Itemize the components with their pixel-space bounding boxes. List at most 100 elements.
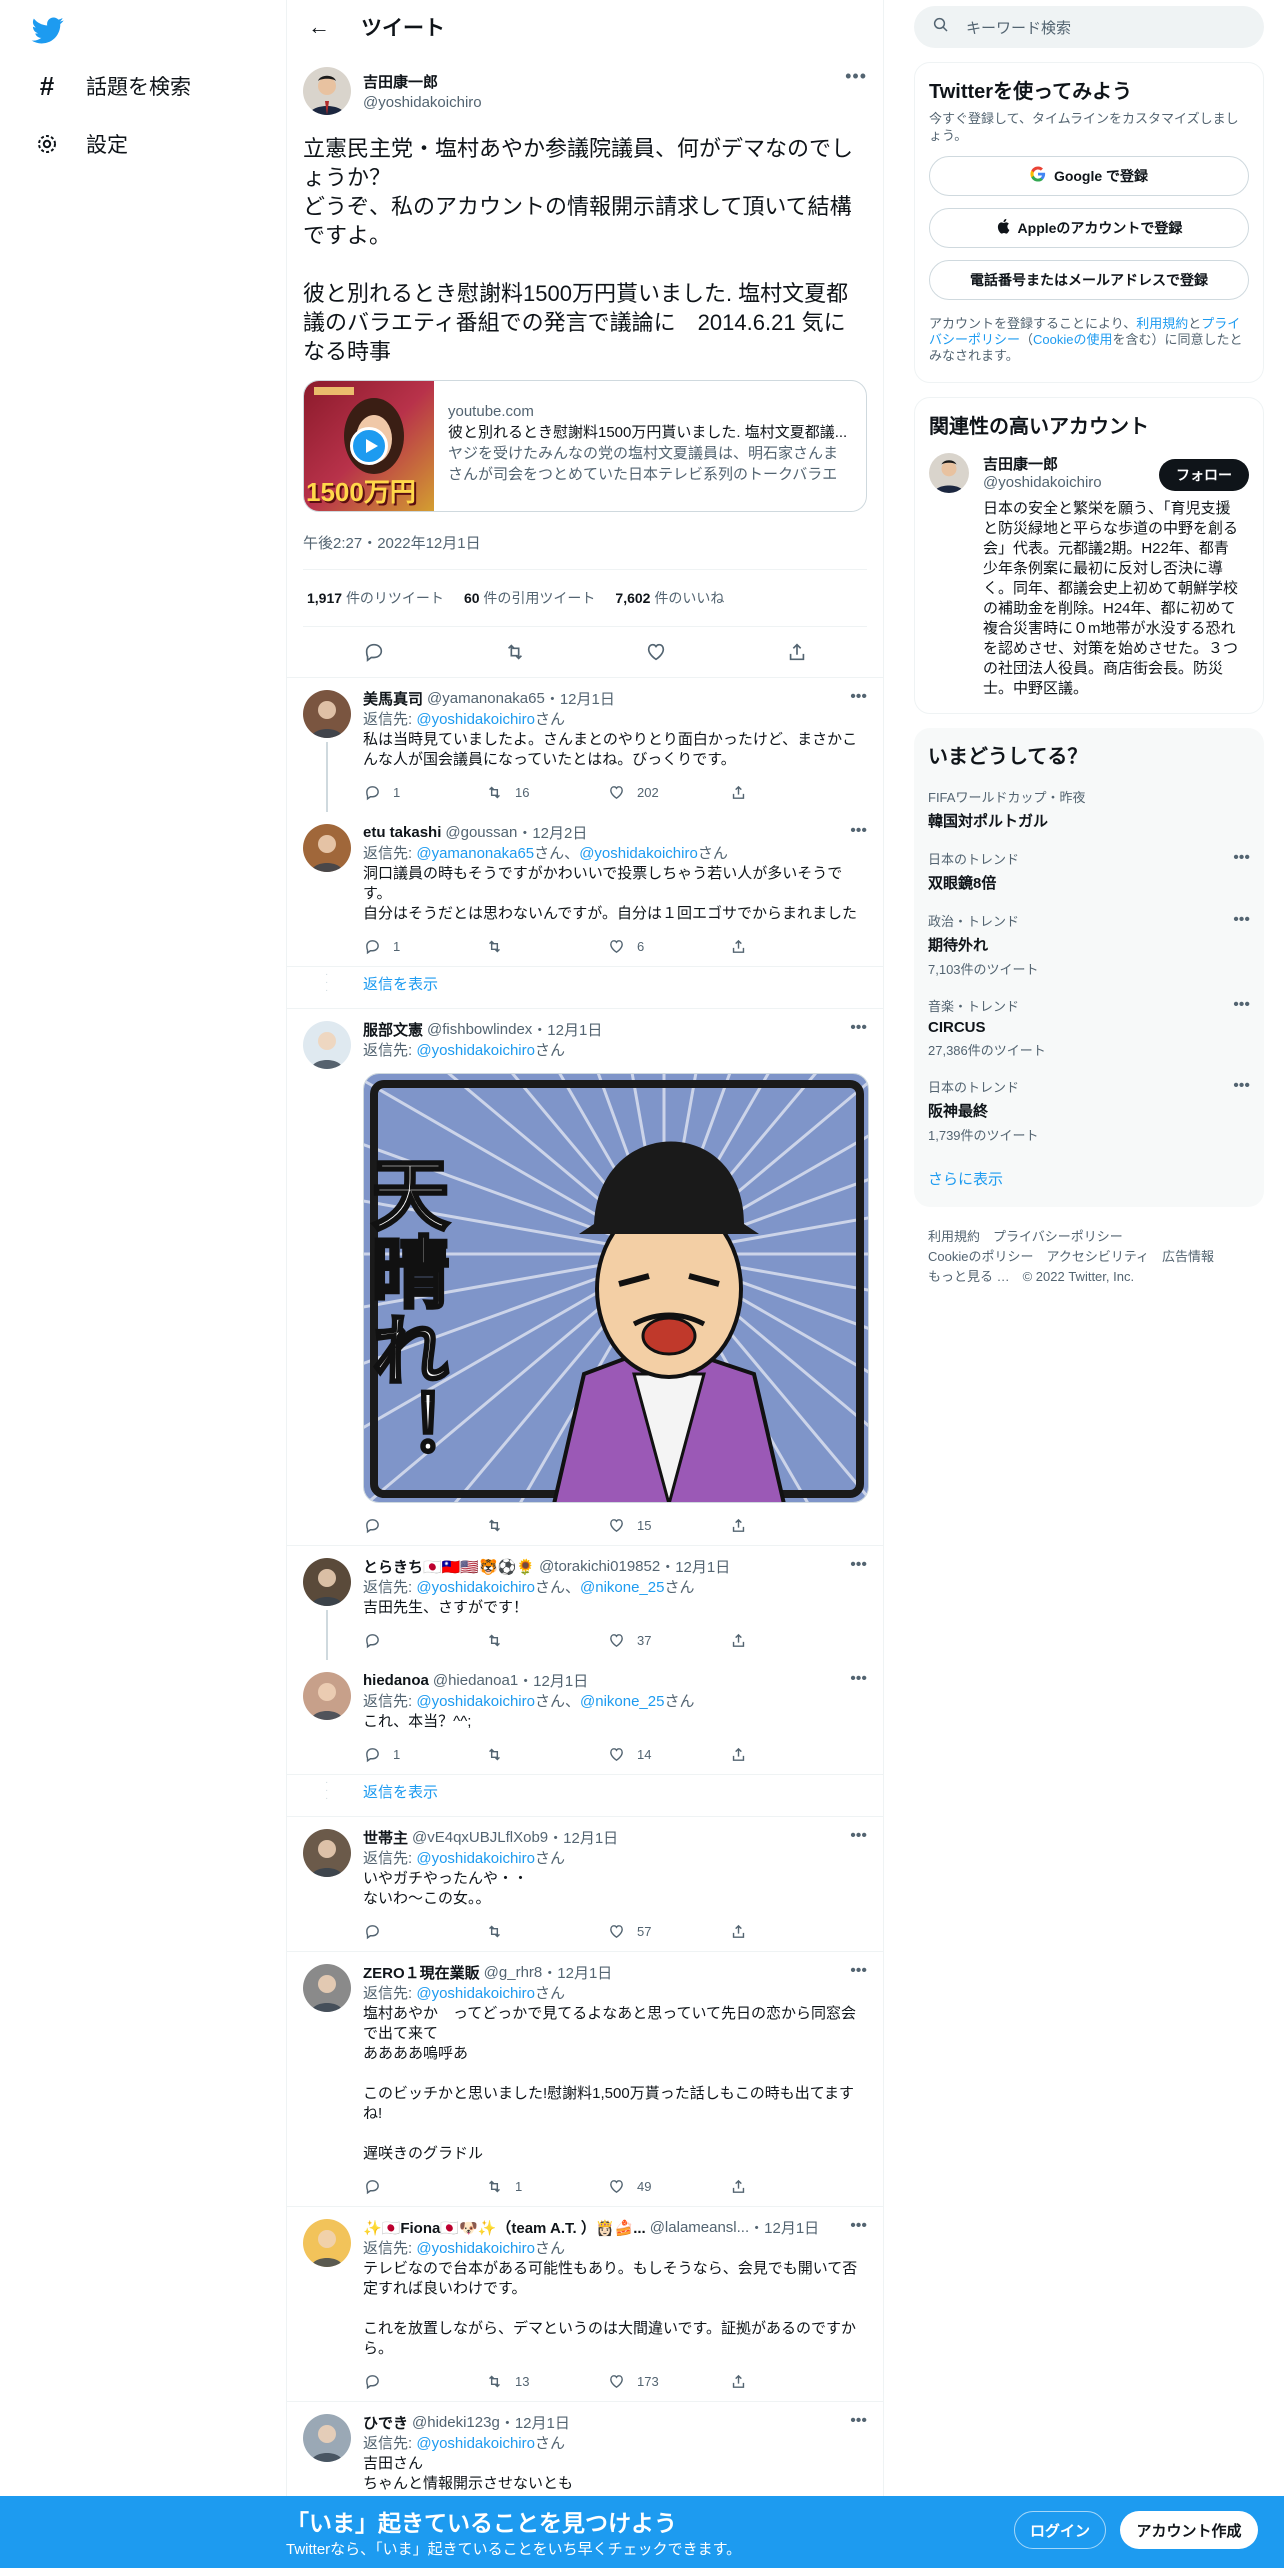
reply-date[interactable]: ・12月1日	[545, 688, 615, 709]
reply-action[interactable]	[363, 2372, 485, 2390]
retweet-action[interactable]: 13	[485, 2372, 607, 2390]
reply-tweet[interactable]: 美馬真司 @yamanonaka65 ・12月1日 ••• 返信先: @yoshidak…	[287, 678, 883, 812]
more-icon[interactable]: •••	[850, 1670, 867, 1688]
reply-date[interactable]: ・12月2日	[517, 822, 587, 843]
more-icon[interactable]: •••	[850, 1556, 867, 1574]
link-card[interactable]: 1500万円 youtube.com 彼と別れるとき慰謝料1500万円貰いました…	[303, 380, 867, 512]
search-input[interactable]: キーワード検索	[914, 6, 1264, 48]
avatar[interactable]	[929, 453, 969, 493]
like-action[interactable]: 6	[607, 937, 729, 955]
share-action[interactable]	[729, 1516, 851, 1534]
reply-author-name[interactable]: etu takashi	[363, 824, 441, 841]
retweet-icon[interactable]	[503, 640, 527, 664]
show-replies-link[interactable]: · · · 返信を表示	[287, 1775, 883, 1817]
terms-link[interactable]: 利用規約	[1136, 316, 1188, 331]
reply-action[interactable]: 1	[363, 783, 485, 801]
reply-action[interactable]: 1	[363, 1745, 485, 1763]
retweet-action[interactable]	[485, 937, 607, 955]
avatar[interactable]	[303, 67, 351, 115]
reply-author-handle[interactable]: @torakichi019852	[539, 1558, 660, 1575]
share-action[interactable]	[729, 783, 851, 801]
retweet-action[interactable]	[485, 1745, 607, 1763]
reply-to-handle[interactable]: @yoshidakoichiro	[416, 2240, 535, 2257]
reply-date[interactable]: ・12月1日	[548, 1827, 618, 1848]
reply-tweet[interactable]: ZERO１現在業販 @g_rhr8 ・12月1日 ••• 返信先: @yoshidako…	[287, 1952, 883, 2207]
retweet-action[interactable]	[485, 1922, 607, 1940]
retweet-action[interactable]: 1	[485, 2177, 607, 2195]
like-icon[interactable]	[644, 640, 668, 664]
retweet-count[interactable]: 1,917 件のリツイート	[307, 588, 444, 608]
reply-tweet[interactable]: 服部文憲 @fishbowlindex ・12月1日 ••• 返信先: @yoshida…	[287, 1009, 883, 1546]
reply-date[interactable]: ・12月1日	[532, 1019, 602, 1040]
more-icon[interactable]: •••	[1233, 911, 1250, 929]
reply-author-name[interactable]: ひでき	[363, 2412, 408, 2433]
trend-item[interactable]: 日本のトレンド 阪神最終 1,739件のツイート •••	[928, 1077, 1250, 1144]
footer-line-3[interactable]: もっと見る … © 2022 Twitter, Inc.	[928, 1267, 1264, 1287]
reply-date[interactable]: ・12月1日	[749, 2217, 819, 2238]
like-action[interactable]: 202	[607, 783, 729, 801]
more-icon[interactable]: •••	[850, 1962, 867, 1980]
share-action[interactable]	[729, 1922, 851, 1940]
back-arrow-icon[interactable]: ←	[301, 9, 337, 45]
related-account[interactable]: 吉田康一郎 @yoshidakoichiro 日本の安全と繁栄を願う、「育児支援…	[929, 453, 1249, 699]
more-icon[interactable]: •••	[850, 688, 867, 706]
avatar[interactable]	[303, 1021, 351, 1069]
reply-author-handle[interactable]: @goussan	[445, 824, 517, 841]
author-handle[interactable]: @yoshidakoichiro	[363, 94, 482, 111]
phone-signup-button[interactable]: 電話番号またはメールアドレスで登録	[929, 260, 1249, 300]
share-action[interactable]	[729, 937, 851, 955]
share-action[interactable]	[729, 2177, 851, 2195]
share-action[interactable]	[729, 2372, 851, 2390]
reply-to-handle[interactable]: @yoshidakoichiro	[416, 1985, 535, 2002]
cookie-link[interactable]: Cookieの使用	[1033, 332, 1112, 347]
avatar[interactable]	[303, 1672, 351, 1720]
reply-date[interactable]: ・12月1日	[518, 1670, 588, 1691]
like-action[interactable]: 49	[607, 2177, 729, 2195]
more-icon[interactable]: •••	[850, 1019, 867, 1037]
reply-tweet[interactable]: とらきち🇯🇵🇹🇼🇺🇸🐯⚽🌻 @torakichi019852 ・12月1日 ••• 返信…	[287, 1546, 883, 1660]
show-replies-link[interactable]: · · · 返信を表示	[287, 967, 883, 1009]
like-action[interactable]: 173	[607, 2372, 729, 2390]
quote-count[interactable]: 60 件の引用ツイート	[464, 588, 595, 608]
reply-tweet[interactable]: hiedanoa @hiedanoa1 ・12月1日 ••• 返信先: @yoshida…	[287, 1660, 883, 1775]
reply-action[interactable]	[363, 2177, 485, 2195]
play-icon[interactable]	[350, 427, 388, 465]
reply-author-handle[interactable]: @lalameansl...	[650, 2219, 749, 2236]
reply-tweet[interactable]: 世帯主 @vE4qxUBJLflXob9 ・12月1日 ••• 返信先: @yoshid…	[287, 1817, 883, 1952]
reply-to-handle[interactable]: @yoshidakoichiro	[416, 1693, 535, 1710]
reply-to-handle[interactable]: @yoshidakoichiro	[416, 711, 535, 728]
avatar[interactable]	[303, 2414, 351, 2462]
like-action[interactable]: 14	[607, 1745, 729, 1763]
reply-to-handle[interactable]: @yoshidakoichiro	[416, 2435, 535, 2452]
avatar[interactable]	[303, 1829, 351, 1877]
reply-to-handle[interactable]: @yamanonaka65	[416, 845, 534, 862]
trend-item[interactable]: 政治・トレンド 期待外れ 7,103件のツイート •••	[928, 911, 1250, 978]
login-button[interactable]: ログイン	[1014, 2511, 1106, 2549]
author-name[interactable]: 吉田康一郎	[363, 71, 482, 92]
reply-action[interactable]	[363, 1631, 485, 1649]
reply-author-name[interactable]: とらきち🇯🇵🇹🇼🇺🇸🐯⚽🌻	[363, 1556, 535, 1577]
reply-author-name[interactable]: 世帯主	[363, 1827, 408, 1848]
reply-to-handle[interactable]: @yoshidakoichiro	[579, 845, 698, 862]
reply-author-handle[interactable]: @hideki123g	[412, 2414, 500, 2431]
reply-to-handle[interactable]: @yoshidakoichiro	[416, 1042, 535, 1059]
trend-item[interactable]: 日本のトレンド 双眼鏡8倍 •••	[928, 849, 1250, 893]
share-action[interactable]	[729, 1745, 851, 1763]
like-action[interactable]: 15	[607, 1516, 729, 1534]
more-icon[interactable]: •••	[850, 2412, 867, 2430]
reply-date[interactable]: ・12月1日	[542, 1962, 612, 1983]
reply-to-handle[interactable]: @yoshidakoichiro	[416, 1850, 535, 1867]
more-icon[interactable]: •••	[1233, 849, 1250, 867]
more-icon[interactable]: •••	[1233, 1077, 1250, 1095]
reply-tweet[interactable]: etu takashi @goussan ・12月2日 ••• 返信先: @yamano…	[287, 812, 883, 967]
reply-author-name[interactable]: 服部文憲	[363, 1019, 423, 1040]
like-action[interactable]: 57	[607, 1922, 729, 1940]
reply-date[interactable]: ・12月1日	[660, 1556, 730, 1577]
footer-line-2[interactable]: Cookieのポリシー アクセシビリティ 広告情報	[928, 1247, 1264, 1267]
trends-show-more[interactable]: さらに表示	[928, 1168, 1250, 1189]
reply-action[interactable]	[363, 1922, 485, 1940]
footer-line-1[interactable]: 利用規約 プライバシーポリシー	[928, 1227, 1264, 1247]
reply-author-name[interactable]: ZERO１現在業販	[363, 1962, 480, 1983]
twitter-logo-icon[interactable]	[30, 14, 66, 46]
reply-icon[interactable]	[362, 640, 386, 664]
